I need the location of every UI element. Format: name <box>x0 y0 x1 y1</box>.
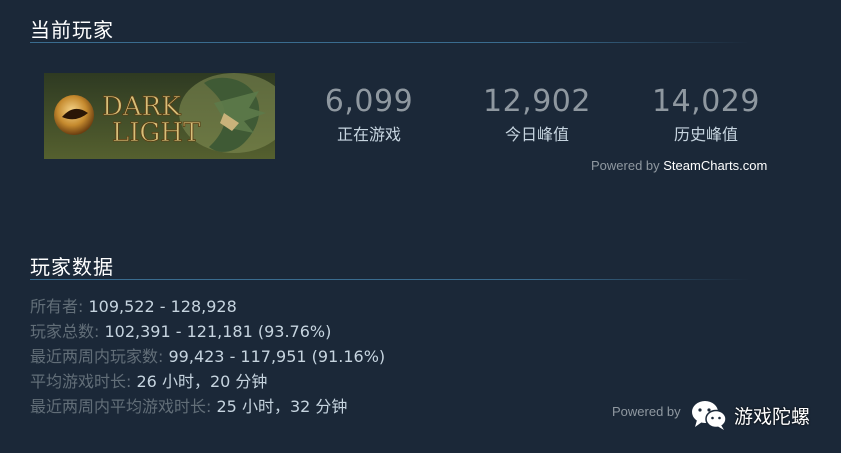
data-key: 平均游戏时长: <box>30 372 132 391</box>
data-row-avg-playtime: 平均游戏时长: 26 小时，20 分钟 <box>30 369 385 394</box>
stat-label: 今日峰值 <box>504 125 569 144</box>
stat-label: 历史峰值 <box>673 125 738 144</box>
stat-value: 12,902 <box>483 84 591 119</box>
stat-in-game: 6,099 正在游戏 <box>289 84 449 145</box>
powered-prefix: Powered by <box>591 158 664 173</box>
powered-by-steamcharts: Powered by SteamCharts.com <box>591 158 767 173</box>
data-row-recent-players: 最近两周内玩家数: 99,423 - 117,951 (91.16%) <box>30 344 385 369</box>
data-key: 所有者: <box>30 297 84 316</box>
steamcharts-link[interactable]: SteamCharts.com <box>663 158 767 173</box>
data-value: 99,423 - 117,951 (91.16%) <box>163 347 386 366</box>
watermark-text: 游戏陀螺 <box>734 405 811 428</box>
wechat-icon <box>692 401 727 430</box>
data-key: 最近两周内平均游戏时长: <box>30 397 212 416</box>
player-data-title: 玩家数据 <box>30 255 114 279</box>
data-row-owners: 所有者: 109,522 - 128,928 <box>30 294 385 319</box>
stat-value: 14,029 <box>652 84 760 119</box>
data-key: 最近两周内玩家数: <box>30 347 164 366</box>
watermark: 游戏陀螺 <box>690 398 810 432</box>
powered-by-footer: Powered by <box>612 404 681 419</box>
data-value: 25 小时，32 分钟 <box>211 397 348 416</box>
stat-value: 6,099 <box>324 84 414 119</box>
data-key: 玩家总数: <box>30 322 100 341</box>
data-row-recent-avg-playtime: 最近两周内平均游戏时长: 25 小时，32 分钟 <box>30 394 385 419</box>
data-row-total-players: 玩家总数: 102,391 - 121,181 (93.76%) <box>30 319 385 344</box>
player-data-list: 所有者: 109,522 - 128,928 玩家总数: 102,391 - 1… <box>30 294 385 419</box>
powered-prefix: Powered by <box>612 404 681 419</box>
data-value: 102,391 - 121,181 (93.76%) <box>99 322 332 341</box>
stat-today-peak: 12,902 今日峰值 <box>457 84 617 145</box>
data-value: 26 小时，20 分钟 <box>131 372 268 391</box>
section-divider <box>30 42 750 43</box>
data-value: 109,522 - 128,928 <box>83 297 237 316</box>
current-players-title: 当前玩家 <box>30 18 114 42</box>
stat-label: 正在游戏 <box>336 125 401 144</box>
game-artwork: DARK LIGHT <box>44 73 275 159</box>
game-capsule-image[interactable]: DARK LIGHT <box>44 73 275 159</box>
stat-all-time-peak: 14,029 历史峰值 <box>626 84 786 145</box>
section-divider <box>30 279 750 280</box>
logo-light-text: LIGHT <box>112 118 201 148</box>
